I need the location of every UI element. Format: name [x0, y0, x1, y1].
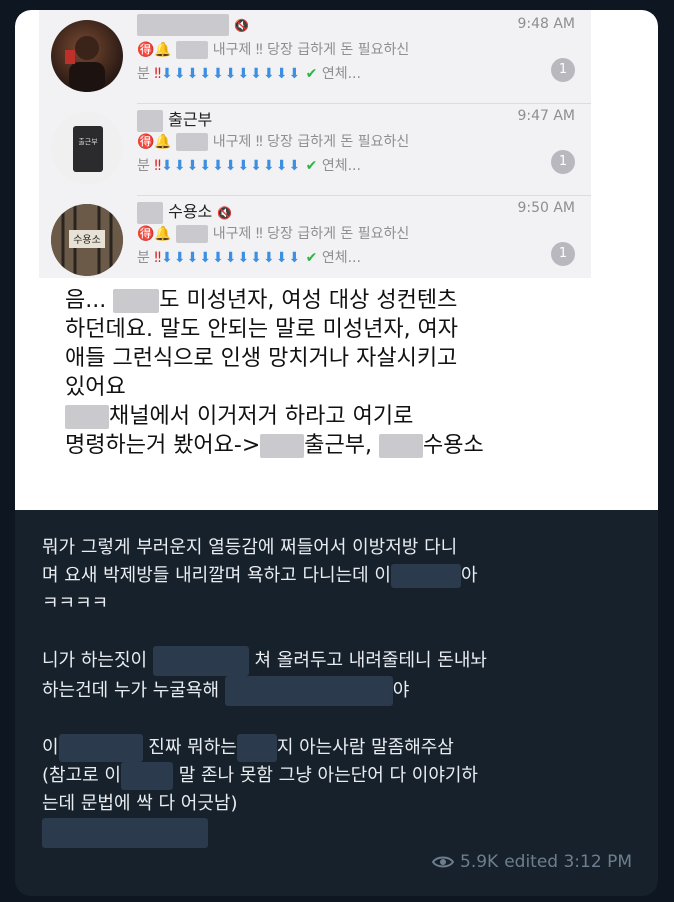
- mute-icon: 🔇: [234, 18, 250, 33]
- chat-preview: 🉐🔔 내구제 ‼ 당장 급하게 돈 필요하신 분 ‼⬇⬇⬇⬇⬇⬇⬇⬇⬇⬇⬇ ✔ …: [137, 41, 410, 82]
- chat-row: 수용소 수용소 🔇 9:50 AM 🉐🔔 내구제 ‼ 당장 급하게 돈 필요하신…: [43, 196, 591, 288]
- down-arrows-icon: ⬇⬇⬇⬇⬇⬇⬇⬇⬇⬇⬇: [161, 250, 302, 266]
- emoji-icon: 🉐🔔: [137, 226, 172, 242]
- chat-preview: 🉐🔔 내구제 ‼ 당장 급하게 돈 필요하신 분 ‼⬇⬇⬇⬇⬇⬇⬇⬇⬇⬇⬇ ✔ …: [137, 133, 410, 174]
- emoji-icon: 🉐🔔: [137, 42, 172, 58]
- mute-icon: 🔇: [217, 206, 233, 220]
- chat-name: 🔇: [137, 14, 249, 36]
- message-meta: 5.9K edited 3:12 PM: [432, 852, 632, 872]
- avatar: [51, 20, 123, 92]
- avatar: 출근부: [51, 112, 123, 184]
- chat-preview: 🉐🔔 내구제 ‼ 당장 급하게 돈 필요하신 분 ‼⬇⬇⬇⬇⬇⬇⬇⬇⬇⬇⬇ ✔ …: [137, 225, 410, 266]
- view-count: 5.9K: [460, 852, 499, 872]
- down-arrows-icon: ⬇⬇⬇⬇⬇⬇⬇⬇⬇⬇⬇: [161, 158, 302, 174]
- chat-time: 9:50 AM: [517, 200, 575, 216]
- emoji-icon: 🉐🔔: [137, 134, 172, 150]
- message-bubble[interactable]: 🔇 9:48 AM 🉐🔔 내구제 ‼ 당장 급하게 돈 필요하신 분 ‼⬇⬇⬇⬇…: [15, 10, 658, 896]
- unread-badge: 1: [551, 242, 575, 266]
- chat-name: 수용소 🔇: [137, 198, 232, 224]
- chat-row: 🔇 9:48 AM 🉐🔔 내구제 ‼ 당장 급하게 돈 필요하신 분 ‼⬇⬇⬇⬇…: [43, 12, 591, 104]
- check-icon: ✔: [305, 158, 318, 174]
- avatar: 수용소: [51, 204, 123, 276]
- avatar-prison-icon: 수용소: [51, 204, 123, 276]
- chat-time: 9:47 AM: [517, 108, 575, 124]
- chat-name: 출근부: [137, 106, 212, 132]
- svg-text:출근부: 출근부: [78, 137, 98, 146]
- eye-icon: [432, 856, 455, 868]
- check-icon: ✔: [305, 250, 318, 266]
- avatar-person-icon: [65, 36, 105, 92]
- attached-screenshot[interactable]: 🔇 9:48 AM 🉐🔔 내구제 ‼ 당장 급하게 돈 필요하신 분 ‼⬇⬇⬇⬇…: [15, 10, 658, 510]
- unread-badge: 1: [551, 58, 575, 82]
- svg-text:수용소: 수용소: [73, 234, 101, 246]
- edited-time: edited 3:12 PM: [504, 852, 632, 872]
- chat-row: 출근부 출근부 9:47 AM 🉐🔔 내구제 ‼ 당장 급하게 돈 필요하신 분…: [43, 104, 591, 196]
- screenshot-text: 음... 도 미성년자, 여성 대상 성컨텐츠 하던데요. 말도 안되는 말로 …: [65, 288, 484, 458]
- unread-badge: 1: [551, 150, 575, 174]
- avatar-book-icon: 출근부: [73, 126, 103, 172]
- redacted-signature: [42, 818, 208, 848]
- message-text: 뭐가 그렇게 부러운지 열등감에 쩌들어서 이방저방 다니 며 요새 박제방들 …: [42, 534, 632, 848]
- check-icon: ✔: [305, 66, 318, 82]
- chat-time: 9:48 AM: [517, 16, 575, 32]
- down-arrows-icon: ⬇⬇⬇⬇⬇⬇⬇⬇⬇⬇⬇: [161, 66, 302, 82]
